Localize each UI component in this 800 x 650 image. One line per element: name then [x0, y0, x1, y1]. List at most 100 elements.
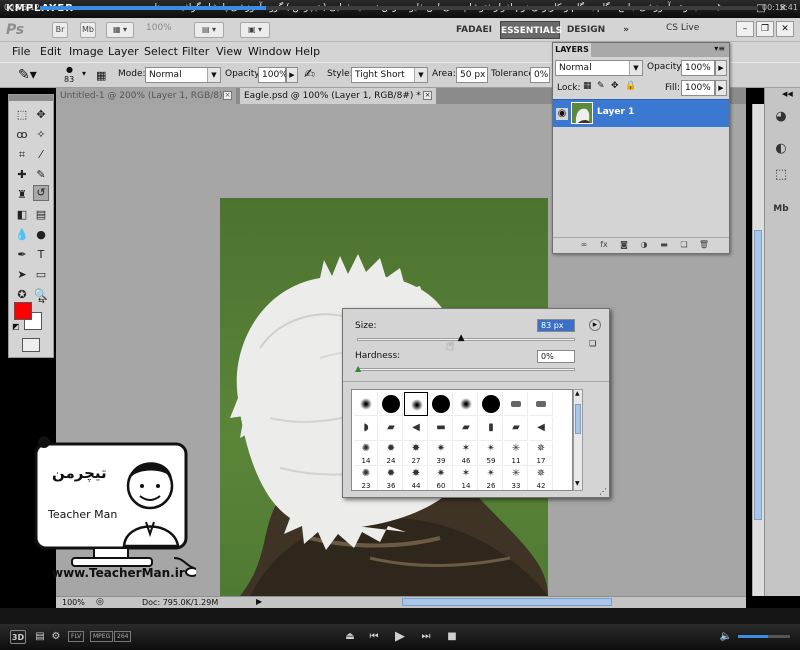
fill-input[interactable]: 100% — [681, 80, 715, 96]
menu-help[interactable]: Help — [295, 45, 320, 58]
new-layer-icon[interactable]: ❏ — [677, 240, 691, 252]
blend-mode-select[interactable]: Normal ▼ — [555, 60, 643, 76]
new-preset-icon[interactable]: ❏ — [589, 339, 596, 348]
adjustments-panel-icon[interactable]: ◐ — [770, 140, 792, 158]
brush-preset-cell[interactable]: ✵ 42 — [529, 467, 553, 490]
brush-preset-cell[interactable]: ✳ 11 — [504, 442, 528, 466]
mode-select[interactable]: Normal ▼ — [145, 67, 221, 83]
gradient-tool-icon[interactable]: ▤ — [33, 207, 49, 223]
eject-icon[interactable]: ⏏ — [342, 630, 358, 644]
brush-preset-cell[interactable]: ✹ 36 — [379, 467, 403, 490]
dock-collapse-icon[interactable]: ◀◀ — [782, 90, 793, 98]
menu-edit[interactable]: Edit — [40, 45, 61, 58]
foreground-color-swatch[interactable] — [14, 302, 32, 320]
brush-grid-scroll-thumb[interactable] — [575, 404, 581, 434]
hardness-slider[interactable] — [357, 368, 575, 371]
previous-icon[interactable]: ⏮ — [366, 630, 382, 644]
brush-preset-cell[interactable]: ◗ — [354, 417, 378, 441]
adjustment-layer-icon[interactable]: ◑ — [637, 240, 651, 252]
close-tab-icon[interactable]: × — [423, 91, 432, 100]
link-layers-icon[interactable]: ∞ — [577, 240, 591, 252]
move-tool-icon[interactable]: ✥ — [33, 107, 49, 123]
brush-preset-cell[interactable] — [429, 392, 453, 416]
status-menu-arrow-icon[interactable]: ▶ — [256, 597, 262, 606]
layer-name[interactable]: Layer 1 — [597, 107, 634, 117]
menu-select[interactable]: Select — [144, 45, 178, 58]
brush-preset-cell[interactable]: ✷ 60 — [429, 467, 453, 490]
3d-mode-icon[interactable]: 3D — [10, 630, 26, 644]
brush-preset-cell[interactable] — [404, 392, 428, 416]
brush-size-label[interactable]: 83 — [64, 75, 74, 84]
size-slider-handle[interactable]: ▲ — [458, 333, 465, 343]
volume-icon[interactable]: 🔈 — [718, 630, 734, 644]
lock-position-icon[interactable]: ✥ — [611, 81, 619, 91]
document-size[interactable]: Doc: 795.0K/1.29M — [142, 598, 218, 607]
menu-window[interactable]: Window — [248, 45, 291, 58]
mini-bridge-panel-icon[interactable]: Mb — [770, 200, 792, 218]
settings-gear-icon[interactable]: ⚙ — [48, 630, 64, 644]
layer-opacity-slider-button[interactable]: ▶ — [715, 60, 727, 76]
history-brush-preset-icon[interactable]: ✎▾ — [18, 67, 37, 83]
panel-menu-icon[interactable]: ▾≡ — [714, 44, 725, 53]
vertical-scroll-thumb[interactable] — [754, 230, 762, 520]
brush-preset-cell[interactable] — [504, 392, 528, 416]
tablet-pressure-icon[interactable]: ✍ — [304, 67, 315, 82]
brush-preset-cell[interactable]: ▮ — [479, 417, 503, 441]
brush-preset-cell[interactable]: ✺ 23 — [354, 467, 378, 490]
brush-preset-cell[interactable] — [379, 392, 403, 416]
next-icon[interactable]: ⏭ — [418, 630, 434, 644]
brush-preset-cell[interactable]: ◀ — [404, 417, 428, 441]
opacity-slider-button[interactable]: ▶ — [286, 67, 298, 83]
3d-rotate-tool-icon[interactable]: ✪ — [14, 287, 30, 303]
lock-transparency-icon[interactable]: ▦ — [583, 81, 592, 91]
cs-live-button[interactable]: CS Live — [666, 23, 699, 33]
menu-layer[interactable]: Layer — [108, 45, 139, 58]
app-minimize-icon[interactable]: – — [736, 21, 754, 37]
menu-view[interactable]: View — [216, 45, 242, 58]
lasso-tool-icon[interactable]: ꝏ — [14, 127, 30, 143]
lock-pixels-icon[interactable]: ✎ — [597, 81, 605, 91]
layer-style-icon[interactable]: fx — [597, 240, 611, 252]
menu-image[interactable]: Image — [69, 45, 103, 58]
view-extras-button[interactable]: ▦ ▾ — [106, 22, 134, 38]
lock-all-icon[interactable]: 🔒 — [625, 81, 636, 91]
brush-preset-cell[interactable] — [454, 392, 478, 416]
color-panel-icon[interactable]: ◕ — [770, 108, 792, 126]
healing-brush-tool-icon[interactable]: ✚ — [14, 167, 30, 183]
screen-mode-button[interactable]: ▣ ▾ — [240, 22, 270, 38]
brush-preset-cell[interactable]: ✳ 33 — [504, 467, 528, 490]
new-group-icon[interactable]: ▬ — [657, 240, 671, 252]
marquee-tool-icon[interactable]: ⬚ — [14, 107, 30, 123]
workspace-essentials[interactable]: ESSENTIALS — [500, 21, 562, 39]
brush-preset-arrow-icon[interactable]: ▾ — [82, 69, 86, 78]
app-close-icon[interactable]: ✕ — [776, 21, 794, 37]
brush-preset-cell[interactable]: ✸ 27 — [404, 442, 428, 466]
clone-stamp-tool-icon[interactable]: ♜ — [14, 187, 30, 203]
brush-preset-cell[interactable]: ▬ — [429, 417, 453, 441]
swap-colors-icon[interactable]: ⇆ — [38, 296, 45, 305]
brush-preset-cell[interactable]: ✹ 24 — [379, 442, 403, 466]
brush-preset-cell[interactable]: ✶ 14 — [454, 467, 478, 490]
zoom-level[interactable]: 100% — [146, 23, 172, 33]
blur-tool-icon[interactable]: 💧 — [14, 227, 30, 243]
layer-opacity-input[interactable]: 100% — [681, 60, 715, 76]
stop-icon[interactable]: ■ — [444, 630, 460, 644]
brush-preset-cell[interactable]: ✶ 46 — [454, 442, 478, 466]
shape-tool-icon[interactable]: ▭ — [33, 267, 49, 283]
play-icon[interactable]: ▶ — [392, 630, 408, 644]
pen-tool-icon[interactable]: ✒ — [14, 247, 30, 263]
workspace-more-button[interactable]: » — [616, 21, 636, 39]
brush-preset-cell[interactable] — [529, 392, 553, 416]
scroll-up-icon[interactable]: ▲ — [575, 390, 580, 397]
horizontal-scroll-thumb[interactable] — [402, 598, 612, 606]
picker-menu-icon[interactable]: ▸ — [589, 319, 601, 331]
brush-preset-cell[interactable] — [354, 392, 378, 416]
size-input[interactable]: 83 px — [537, 319, 575, 332]
size-slider[interactable] — [357, 338, 575, 341]
eyedropper-tool-icon[interactable]: ⁄ — [33, 147, 49, 163]
masks-panel-icon[interactable]: ⬚ — [770, 166, 792, 184]
brush-preset-cell[interactable]: ✵ 17 — [529, 442, 553, 466]
tools-panel-grip[interactable] — [9, 95, 53, 101]
fill-slider-button[interactable]: ▶ — [715, 80, 727, 96]
app-restore-icon[interactable]: ❐ — [756, 21, 774, 37]
